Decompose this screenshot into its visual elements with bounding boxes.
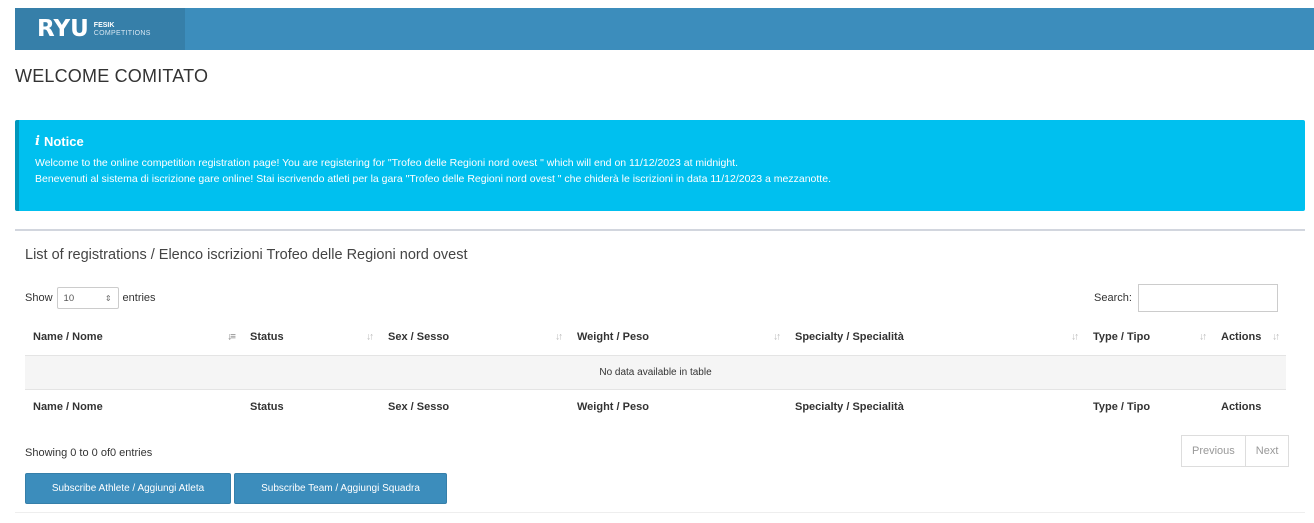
select-arrows-icon: ⇕ (104, 293, 112, 303)
sort-icon: ↓↑ (773, 331, 781, 343)
table-info: Showing 0 to 0 of0 entries (25, 447, 153, 459)
next-page-button[interactable]: Next (1245, 435, 1290, 467)
empty-table-message: No data available in table (25, 355, 1286, 389)
registrations-title: List of registrations / Elenco iscrizion… (25, 247, 468, 263)
sort-icon: ↓↑ (1071, 331, 1079, 343)
column-header-actions[interactable]: Actions ↓↑ (1213, 319, 1286, 356)
page-length-select[interactable]: 10 ⇕ (56, 287, 119, 309)
table-search: Search: (1094, 284, 1278, 312)
notice-title: Notice (43, 134, 84, 149)
registrations-box: List of registrations / Elenco iscrizion… (15, 229, 1305, 513)
top-navbar: RYU FESIK COMPETITIONS (15, 8, 1314, 50)
sort-asc-icon: ↓≡ (227, 331, 236, 343)
column-header-name[interactable]: Name / Nome ↓≡ (25, 319, 242, 356)
column-header-sex[interactable]: Sex / Sesso ↓↑ (380, 319, 569, 356)
search-label: Search: (1094, 292, 1132, 304)
logo-sub-line-2: COMPETITIONS (93, 29, 151, 37)
page-length-value: 10 (63, 292, 75, 304)
box-divider (15, 512, 1305, 513)
previous-page-button[interactable]: Previous (1181, 435, 1246, 467)
notice-heading: i Notice (35, 134, 1305, 149)
footer-type: Type / Tipo (1085, 388, 1213, 425)
subscribe-athlete-button[interactable]: Subscribe Athlete / Aggiungi Atleta (25, 473, 231, 504)
footer-status: Status (242, 388, 380, 425)
logo-sub-line-1: FESIK (93, 21, 115, 29)
logo-main-text: RYU (37, 15, 89, 42)
app-logo[interactable]: RYU FESIK COMPETITIONS (15, 8, 185, 50)
column-header-type[interactable]: Type / Tipo ↓↑ (1085, 319, 1213, 356)
notice-text-en: Welcome to the online competition regist… (35, 157, 739, 169)
column-header-weight[interactable]: Weight / Peso ↓↑ (569, 319, 787, 356)
sort-icon: ↓↑ (1199, 331, 1207, 343)
page-title: WELCOME COMITATO (15, 66, 209, 86)
subscribe-team-button[interactable]: Subscribe Team / Aggiungi Squadra (234, 473, 447, 504)
table-footer-row: Name / Nome Status Sex / Sesso Weight / … (25, 388, 1286, 425)
page-length-control: Show 10 ⇕ entries (25, 287, 156, 309)
footer-sex: Sex / Sesso (380, 388, 569, 425)
column-header-status[interactable]: Status ↓↑ (242, 319, 380, 356)
logo-sub-text: FESIK COMPETITIONS (94, 22, 151, 37)
footer-name: Name / Nome (25, 388, 242, 425)
sort-icon: ↓↑ (366, 331, 374, 343)
registrations-table: Name / Nome ↓≡ Status ↓↑ Sex / Sesso ↓↑ Wei… (25, 319, 1286, 425)
table-header-row: Name / Nome ↓≡ Status ↓↑ Sex / Sesso ↓↑ Wei… (25, 319, 1286, 356)
notice-callout: i Notice Welcome to the online competiti… (15, 120, 1305, 211)
sort-icon: ↓↑ (1272, 331, 1280, 343)
table-row: No data available in table (25, 355, 1286, 389)
column-header-specialty[interactable]: Specialty / Specialità ↓↑ (787, 319, 1085, 356)
footer-actions: Actions (1213, 388, 1286, 425)
show-label: Show (25, 292, 53, 304)
footer-specialty: Specialty / Specialità (787, 388, 1085, 425)
entries-label: entries (122, 292, 156, 304)
pagination: Previous Next (1181, 435, 1290, 467)
footer-weight: Weight / Peso (569, 388, 787, 425)
info-icon: i (35, 134, 40, 149)
notice-text-it: Benevenuti al sistema di iscrizione gare… (35, 173, 831, 185)
search-input[interactable] (1137, 284, 1278, 312)
sort-icon: ↓↑ (555, 331, 563, 343)
